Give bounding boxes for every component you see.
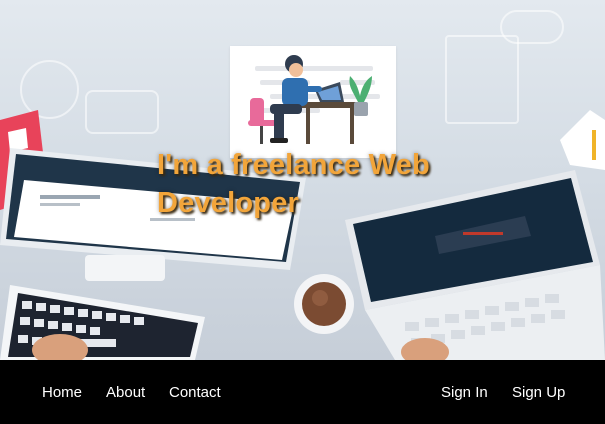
hero-headline-line2: Developer — [157, 187, 300, 219]
hero-headline: I'm a freelance Web Developer — [157, 146, 430, 222]
monitor-stand-icon — [85, 255, 165, 281]
navbar: Home About Contact Sign In Sign Up — [0, 364, 605, 424]
window-doodle — [85, 90, 159, 134]
nav-link-home[interactable]: Home — [42, 384, 82, 402]
developer-at-desk-icon — [248, 55, 380, 144]
hero-headline-line1: I'm a freelance Web — [157, 149, 430, 181]
sign-up-link[interactable]: Sign Up — [512, 384, 565, 402]
right-hand-icon — [401, 338, 449, 360]
notes-doodle — [445, 35, 519, 124]
pen-icon — [560, 110, 605, 170]
developer-illustration — [230, 46, 396, 158]
nav-link-contact[interactable]: Contact — [169, 384, 221, 402]
cloud-doodle — [500, 10, 564, 44]
nav-link-about[interactable]: About — [106, 384, 145, 402]
sign-in-link[interactable]: Sign In — [441, 384, 488, 402]
hero-banner: I'm a freelance Web Developer — [0, 0, 605, 360]
left-hand-icon — [32, 334, 88, 360]
